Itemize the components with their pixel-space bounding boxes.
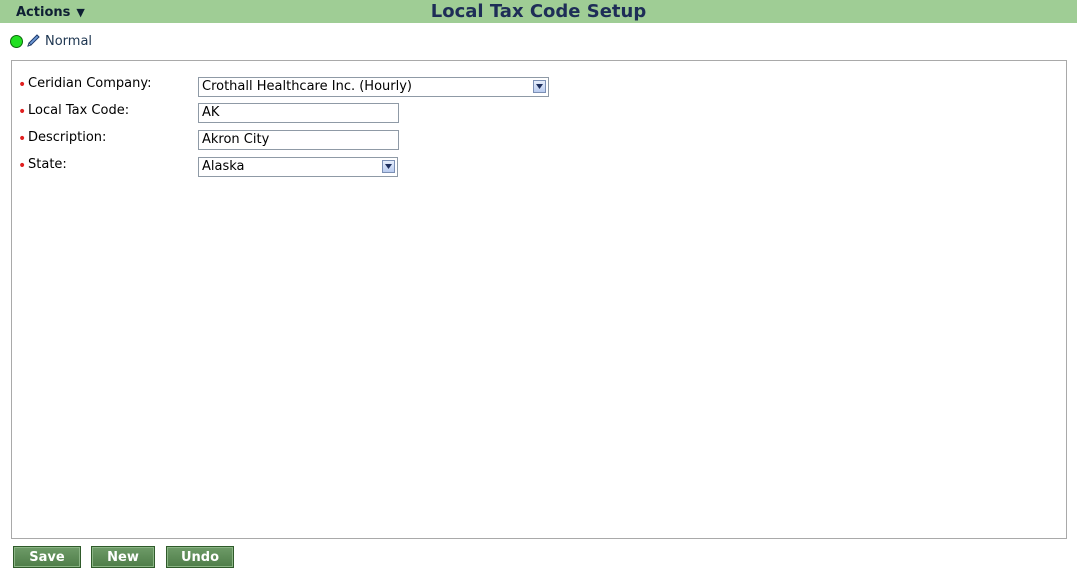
tax-code-row: • Local Tax Code: AK (12, 103, 1066, 125)
form-panel: • Ceridian Company: Crothall Healthcare … (11, 60, 1067, 539)
description-row: • Description: Akron City (12, 130, 1066, 152)
state-select[interactable]: Alaska (198, 157, 398, 177)
chevron-down-icon[interactable] (382, 160, 395, 173)
company-row: • Ceridian Company: Crothall Healthcare … (12, 76, 1066, 98)
tax-code-label: Local Tax Code: (28, 103, 130, 118)
description-input[interactable]: Akron City (198, 130, 399, 150)
state-row: • State: Alaska (12, 157, 1066, 179)
company-select[interactable]: Crothall Healthcare Inc. (Hourly) (198, 77, 549, 97)
new-button[interactable]: New (91, 546, 155, 568)
status-dot-icon (10, 34, 23, 48)
required-marker: • (18, 131, 27, 147)
company-value: Crothall Healthcare Inc. (Hourly) (202, 79, 412, 94)
state-label: State: (28, 157, 67, 172)
description-label: Description: (28, 130, 107, 145)
required-marker: • (18, 158, 27, 174)
undo-button[interactable]: Undo (166, 546, 234, 568)
pencil-icon (27, 34, 40, 47)
status-label: Normal (45, 33, 93, 49)
top-bar: Actions ▼ Local Tax Code Setup (0, 0, 1077, 23)
chevron-down-icon[interactable] (533, 80, 546, 93)
tax-code-input[interactable]: AK (198, 103, 399, 123)
required-marker: • (18, 104, 27, 120)
state-value: Alaska (202, 159, 245, 174)
page-title: Local Tax Code Setup (430, 1, 647, 22)
required-marker: • (18, 77, 27, 93)
record-status: Normal (10, 33, 92, 49)
save-button[interactable]: Save (13, 546, 81, 568)
company-label: Ceridian Company: (28, 76, 152, 91)
